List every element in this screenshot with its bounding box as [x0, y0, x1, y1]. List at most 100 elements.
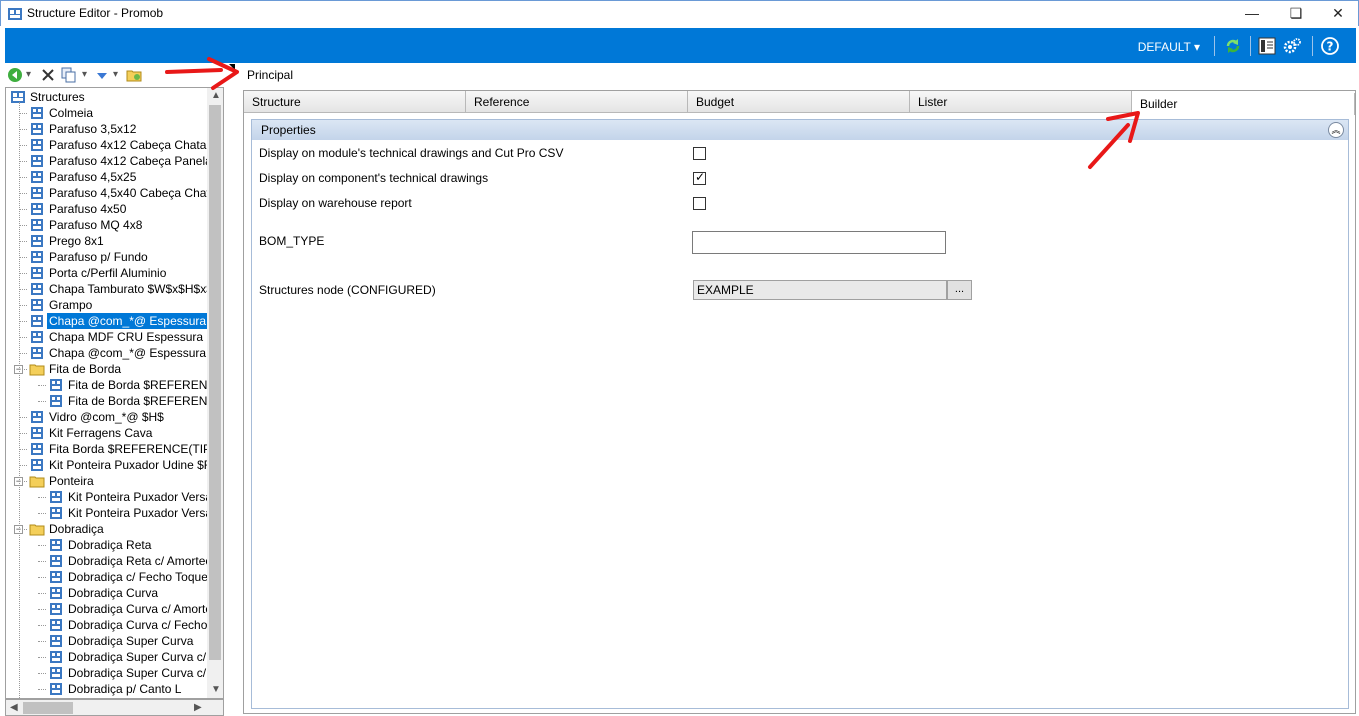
structure-icon	[31, 123, 43, 135]
check-icon: ✓	[695, 170, 706, 184]
move-down-icon[interactable]	[94, 67, 110, 83]
title-bar: Structure Editor - Promob — ❏ ✕	[0, 0, 1359, 26]
back-icon[interactable]	[7, 67, 23, 83]
tree-item-label: Fita Borda $REFERENCE(TIPO	[49, 442, 207, 456]
display-module-label: Display on module's technical drawings a…	[259, 146, 564, 160]
restore-icon[interactable]: ❏	[1273, 1, 1319, 25]
tree-root-label: Structures	[30, 90, 85, 104]
copy-dropdown-icon[interactable]: ▾	[82, 69, 87, 80]
structures-root-icon	[11, 91, 25, 103]
tree-item-label: Prego 8x1	[49, 234, 104, 248]
tab-builder[interactable]: Builder	[1132, 93, 1355, 115]
minimize-icon[interactable]: —	[1229, 1, 1275, 25]
tree-item-label: Dobradiça	[49, 522, 104, 536]
tab-lister[interactable]: Lister	[910, 91, 1132, 113]
tree-connector	[19, 113, 27, 114]
structure-icon	[50, 491, 62, 503]
folder-icon[interactable]	[126, 67, 142, 83]
structure-icon	[31, 299, 43, 311]
main-panel: Structure Reference Budget Lister Builde…	[243, 90, 1356, 714]
panel-splitter[interactable]	[225, 64, 237, 716]
tree-connector	[38, 593, 46, 594]
display-component-checkbox[interactable]: ✓	[693, 170, 706, 185]
structure-icon	[50, 635, 62, 647]
tree-connector	[38, 641, 46, 642]
structure-icon	[31, 267, 43, 279]
structures-tree[interactable]: Structures Colmeia Parafuso 3,5x12 Parafus…	[5, 87, 207, 699]
close-icon[interactable]: ✕	[1315, 1, 1359, 25]
panel-icon[interactable]	[1258, 37, 1276, 55]
help-icon[interactable]: ?	[1321, 37, 1339, 55]
scroll-down-icon[interactable]: ▼	[211, 684, 221, 695]
structure-icon	[31, 347, 43, 359]
tree-item-label: Parafuso 4,5x25	[49, 170, 137, 184]
tree-connector	[38, 625, 46, 626]
display-module-checkbox[interactable]	[693, 147, 706, 160]
scroll-thumb[interactable]	[23, 702, 73, 714]
tree-connector	[19, 337, 27, 338]
tree-connector	[19, 225, 27, 226]
display-component-label: Display on component's technical drawing…	[259, 171, 489, 185]
tree-item-label: Colmeia	[49, 106, 94, 120]
tree-item-label: Parafuso 4x12 Cabeça Chata	[49, 138, 207, 152]
tree-connector	[19, 321, 27, 322]
tree-item-label: Chapa MDF CRU Espessura @	[49, 330, 207, 344]
tab-budget[interactable]: Budget	[688, 91, 910, 113]
structure-icon	[31, 139, 43, 151]
tree-item-label: Vidro @com_*@ $H$	[49, 410, 164, 424]
tree-item-label: Dobradiça Reta c/ Amortece	[68, 554, 207, 568]
display-warehouse-label: Display on warehouse report	[259, 196, 412, 210]
folder-icon	[29, 476, 45, 488]
move-dropdown-icon[interactable]: ▾	[113, 69, 118, 80]
structure-icon	[50, 587, 62, 599]
display-warehouse-checkbox[interactable]	[693, 197, 706, 210]
back-dropdown-icon[interactable]: ▾	[26, 69, 31, 80]
scroll-thumb[interactable]	[209, 105, 221, 660]
copy-icon[interactable]	[61, 67, 77, 83]
tree-item-label: Dobradiça Curva c/ Fecho T	[68, 618, 207, 632]
structure-icon	[31, 155, 43, 167]
properties-header: Properties ︽	[252, 120, 1348, 140]
structure-icon	[50, 603, 62, 615]
tree-item-label: Ponteira	[49, 474, 94, 488]
tree-item-label: Fita de Borda $REFERENC	[68, 394, 207, 408]
scroll-up-icon[interactable]: ▲	[211, 90, 221, 101]
tree-item-label: Dobradiça Super Curva	[68, 634, 194, 648]
tab-reference[interactable]: Reference	[466, 91, 688, 113]
tree-connector	[38, 689, 46, 690]
tab-structure[interactable]: Structure	[244, 91, 466, 113]
structures-node-field[interactable]: EXAMPLE	[693, 280, 947, 300]
collapse-up-icon[interactable]: ︽	[1328, 122, 1344, 138]
scroll-left-icon[interactable]: ◀	[10, 702, 18, 713]
structure-icon	[31, 443, 43, 455]
settings-icon[interactable]	[1283, 37, 1301, 55]
scroll-right-icon[interactable]: ▶	[194, 702, 202, 713]
delete-icon[interactable]	[40, 67, 56, 83]
tree-connector	[19, 449, 27, 450]
structure-icon	[31, 171, 43, 183]
tree-item-label: Chapa @com_*@ Espessura @	[47, 313, 207, 329]
bom-type-input[interactable]	[692, 231, 946, 254]
tree-connector	[19, 273, 27, 274]
tree-item-label: Parafuso 3,5x12	[49, 122, 137, 136]
structure-icon	[50, 571, 62, 583]
tree-vertical-scrollbar[interactable]: ▲ ▼	[207, 87, 224, 699]
profile-dropdown[interactable]: DEFAULT ▾	[1138, 40, 1200, 54]
tree-horizontal-scrollbar[interactable]: ◀ ▶	[5, 699, 224, 716]
bom-type-label: BOM_TYPE	[259, 234, 325, 248]
collapse-panel-icon[interactable]	[228, 64, 236, 72]
tree-connector	[19, 161, 27, 162]
tree-item-label: Grampo	[49, 298, 93, 312]
tree-connector	[38, 513, 46, 514]
app-icon	[8, 8, 22, 20]
folder-icon	[29, 364, 45, 376]
browse-button[interactable]: ...	[947, 280, 972, 300]
tree-connector	[19, 417, 27, 418]
tree-connector	[19, 209, 27, 210]
refresh-icon[interactable]	[1224, 37, 1242, 55]
structure-icon	[50, 667, 62, 679]
tree-connector	[38, 561, 46, 562]
structures-node-label: Structures node (CONFIGURED)	[259, 283, 436, 297]
structure-icon	[50, 619, 62, 631]
structure-icon	[31, 411, 43, 423]
